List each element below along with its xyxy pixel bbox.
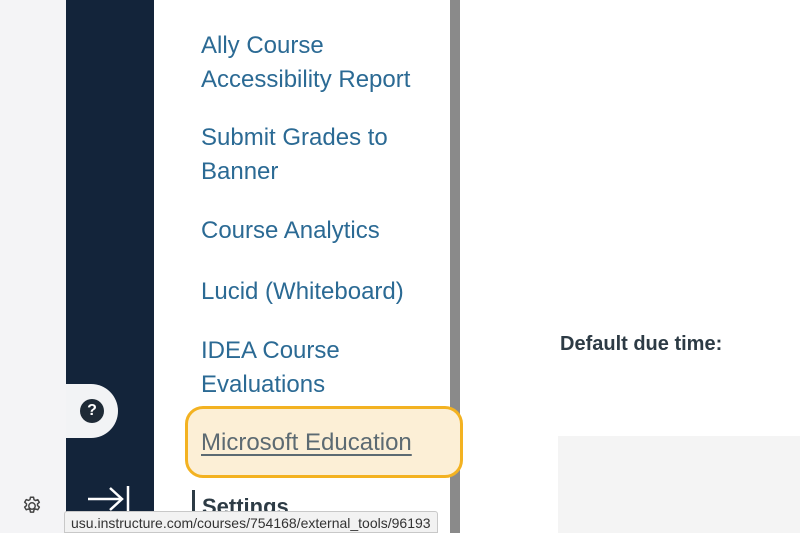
- nav-item-label-line: Submit Grades to: [201, 124, 388, 151]
- content-panel: [558, 436, 800, 533]
- nav-item-lucid-whiteboard[interactable]: Lucid (Whiteboard): [201, 275, 404, 309]
- nav-item-label-line: Evaluations: [201, 371, 326, 398]
- nav-item-microsoft-education[interactable]: Microsoft Education: [201, 426, 412, 460]
- nav-item-submit-grades-to-banner[interactable]: Submit Grades to Banner: [201, 121, 388, 189]
- nav-item-label-line: Course Analytics: [201, 217, 380, 244]
- nav-item-label-line: Accessibility Report: [201, 66, 411, 93]
- nav-item-course-analytics[interactable]: Course Analytics: [201, 214, 380, 248]
- help-button[interactable]: ?: [66, 384, 118, 438]
- default-due-time-label: Default due time:: [560, 333, 723, 355]
- nav-item-label-line: Banner: [201, 158, 279, 185]
- link-preview-status-bar: usu.instructure.com/courses/754168/exter…: [64, 511, 438, 533]
- nav-item-idea-course-evaluations[interactable]: IDEA Course Evaluations: [201, 334, 340, 402]
- nav-item-label-line: IDEA Course: [201, 337, 340, 364]
- nav-item-ally-course-accessibility-report[interactable]: Ally Course Accessibility Report: [201, 29, 410, 97]
- gear-icon[interactable]: [21, 495, 43, 517]
- left-gutter: [0, 0, 66, 533]
- nav-item-label-line: Lucid (Whiteboard): [201, 278, 404, 305]
- global-nav: [66, 0, 154, 533]
- question-circle-icon: ?: [80, 399, 104, 423]
- nav-item-label-line: Ally Course: [201, 32, 324, 59]
